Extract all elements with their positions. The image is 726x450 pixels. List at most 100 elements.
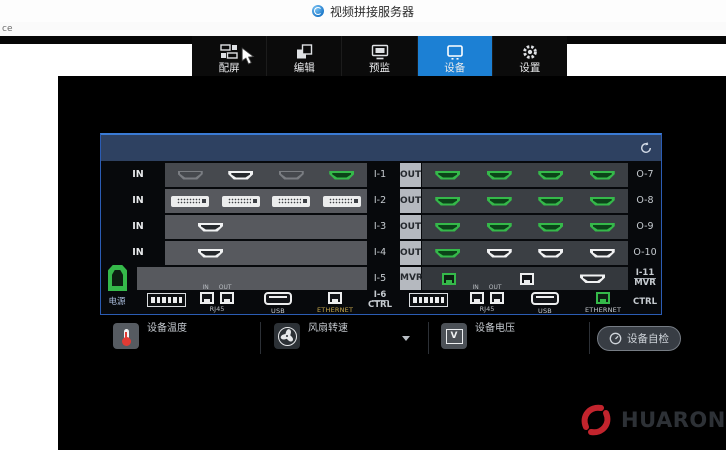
power-label: 电源 — [101, 295, 133, 307]
usb-port — [264, 292, 292, 305]
voltage-icon: V — [441, 323, 467, 349]
toolbar-button-edit[interactable]: 编辑 — [267, 36, 342, 80]
toolbar-button-label: 配屏 — [219, 63, 240, 74]
rj45-group: IN OUT RJ45 — [470, 284, 504, 313]
toolbar-button-preview[interactable]: 预监 — [342, 36, 417, 80]
status-value: 正常 — [475, 336, 515, 349]
in-label: IN — [125, 189, 151, 213]
device-rear-panel: 电源 IN IN IN IN I-1 I-2 I-3 I-4 I-5 OUT O… — [100, 133, 662, 315]
out-strip-label: OUT — [400, 189, 421, 213]
toolbar-button-label: 设置 — [519, 63, 540, 74]
dvi-port — [323, 196, 361, 207]
hdmi-green-port — [538, 171, 563, 180]
device-icon — [445, 43, 465, 61]
ethernet-label: ETHERNET — [317, 306, 353, 314]
toolbar-button-label: 编辑 — [294, 63, 315, 74]
self-check-icon — [609, 332, 622, 345]
output-row — [422, 241, 628, 265]
usb-group: USB — [264, 292, 292, 315]
hdmi-white-port — [198, 223, 223, 232]
hdmi-green-port — [590, 197, 615, 206]
hdmi-green-port — [590, 223, 615, 232]
row-label: I-1 — [368, 163, 392, 187]
divider — [428, 322, 429, 354]
preview-monitor-icon — [370, 43, 390, 61]
out-strip-label: OUT — [400, 163, 421, 187]
toolbar-button-device[interactable]: 设备 — [418, 36, 493, 80]
ethernet-group: ETHERNET — [317, 292, 353, 314]
screen-config-icon — [219, 43, 239, 61]
panel-body: 电源 IN IN IN IN I-1 I-2 I-3 I-4 I-5 OUT O… — [101, 161, 661, 313]
terminal-block-connector — [409, 293, 448, 307]
status-label: 设备温度 — [147, 323, 187, 335]
status-voltage: V 设备电压 正常 — [441, 323, 515, 349]
ethernet-label: ETHERNET — [585, 306, 621, 314]
hdmi-white-port — [228, 171, 253, 180]
refresh-icon[interactable] — [639, 141, 653, 155]
divider — [260, 322, 261, 354]
row-label: O-10 — [630, 241, 660, 265]
status-value: 正常 — [147, 336, 187, 349]
input-row — [165, 189, 367, 213]
output-row — [422, 163, 628, 187]
ethernet-port-active — [596, 292, 610, 304]
ctrl-id-label: I-6 CTRL — [364, 289, 396, 311]
thermometer-icon — [113, 323, 139, 349]
rj45-in-label: IN — [202, 284, 208, 291]
rj45-out-label: OUT — [219, 284, 232, 291]
out-strip-label: OUT — [400, 241, 421, 265]
hdmi-green-port — [435, 197, 460, 206]
huarong-swirl-icon — [576, 400, 616, 440]
fan-icon — [274, 323, 300, 349]
toolbar-button-settings[interactable]: 设置 — [493, 36, 567, 80]
status-label: 设备电压 — [475, 323, 515, 335]
toolbar-button-screen-config[interactable]: 配屏 — [192, 36, 267, 80]
row-label: O-8 — [630, 189, 660, 213]
hdmi-green-port — [590, 171, 615, 180]
mvr-id-label: I-11 MVR — [630, 265, 660, 291]
in-label: IN — [125, 241, 151, 265]
output-row — [422, 215, 628, 239]
input-row — [165, 163, 367, 187]
hdmi-green-port — [435, 171, 460, 180]
eth-outline-port — [520, 273, 534, 285]
hdmi-white-port — [580, 274, 605, 283]
toolbar-button-label: 预监 — [369, 63, 390, 74]
dvi-port — [222, 196, 260, 207]
hdmi-dim-port — [178, 171, 203, 180]
gear-icon — [520, 43, 540, 61]
rj45-out-port — [490, 292, 504, 304]
status-label: 风扇转速 — [308, 323, 348, 335]
status-fan-speed: 风扇转速 正常 — [274, 323, 348, 349]
rj45-in-label: IN — [472, 284, 478, 291]
hdmi-green-port — [487, 223, 512, 232]
app-window: 视频拼接服务器 ce 配屏 编辑 — [0, 0, 726, 450]
row-label: I-4 — [368, 241, 392, 265]
self-check-label: 设备自检 — [627, 331, 669, 346]
self-check-button[interactable]: 设备自检 — [597, 326, 681, 351]
ctrl-label: CTRL — [630, 292, 660, 312]
mvr-strip-label: MVR — [400, 267, 421, 290]
ethernet-group: ETHERNET — [585, 292, 621, 314]
ethernet-port — [328, 292, 342, 304]
brand-logo: HUARONG — [576, 400, 726, 440]
row-label: I-5 — [368, 267, 392, 290]
terminal-block-connector — [147, 293, 186, 307]
fan-dropdown-caret[interactable] — [402, 336, 410, 341]
rj45-in-port — [470, 292, 484, 304]
brand-logo-text: HUARONG — [621, 408, 726, 432]
menu-strip: ce — [0, 22, 726, 37]
window-title: 视频拼接服务器 — [330, 3, 414, 20]
dvi-port — [171, 196, 209, 207]
row-label: O-7 — [630, 163, 660, 187]
status-value: 正常 — [308, 336, 348, 349]
rj45-out-label: OUT — [489, 284, 502, 291]
toolbar-button-label: 设备 — [444, 63, 465, 74]
out-strip-label: OUT — [400, 215, 421, 239]
eth-green-port — [442, 273, 456, 285]
rj45-group: IN OUT RJ45 — [200, 284, 234, 313]
app-logo-icon — [312, 5, 324, 17]
row-label: I-2 — [368, 189, 392, 213]
row-label: I-3 — [368, 215, 392, 239]
hdmi-green-port — [487, 197, 512, 206]
